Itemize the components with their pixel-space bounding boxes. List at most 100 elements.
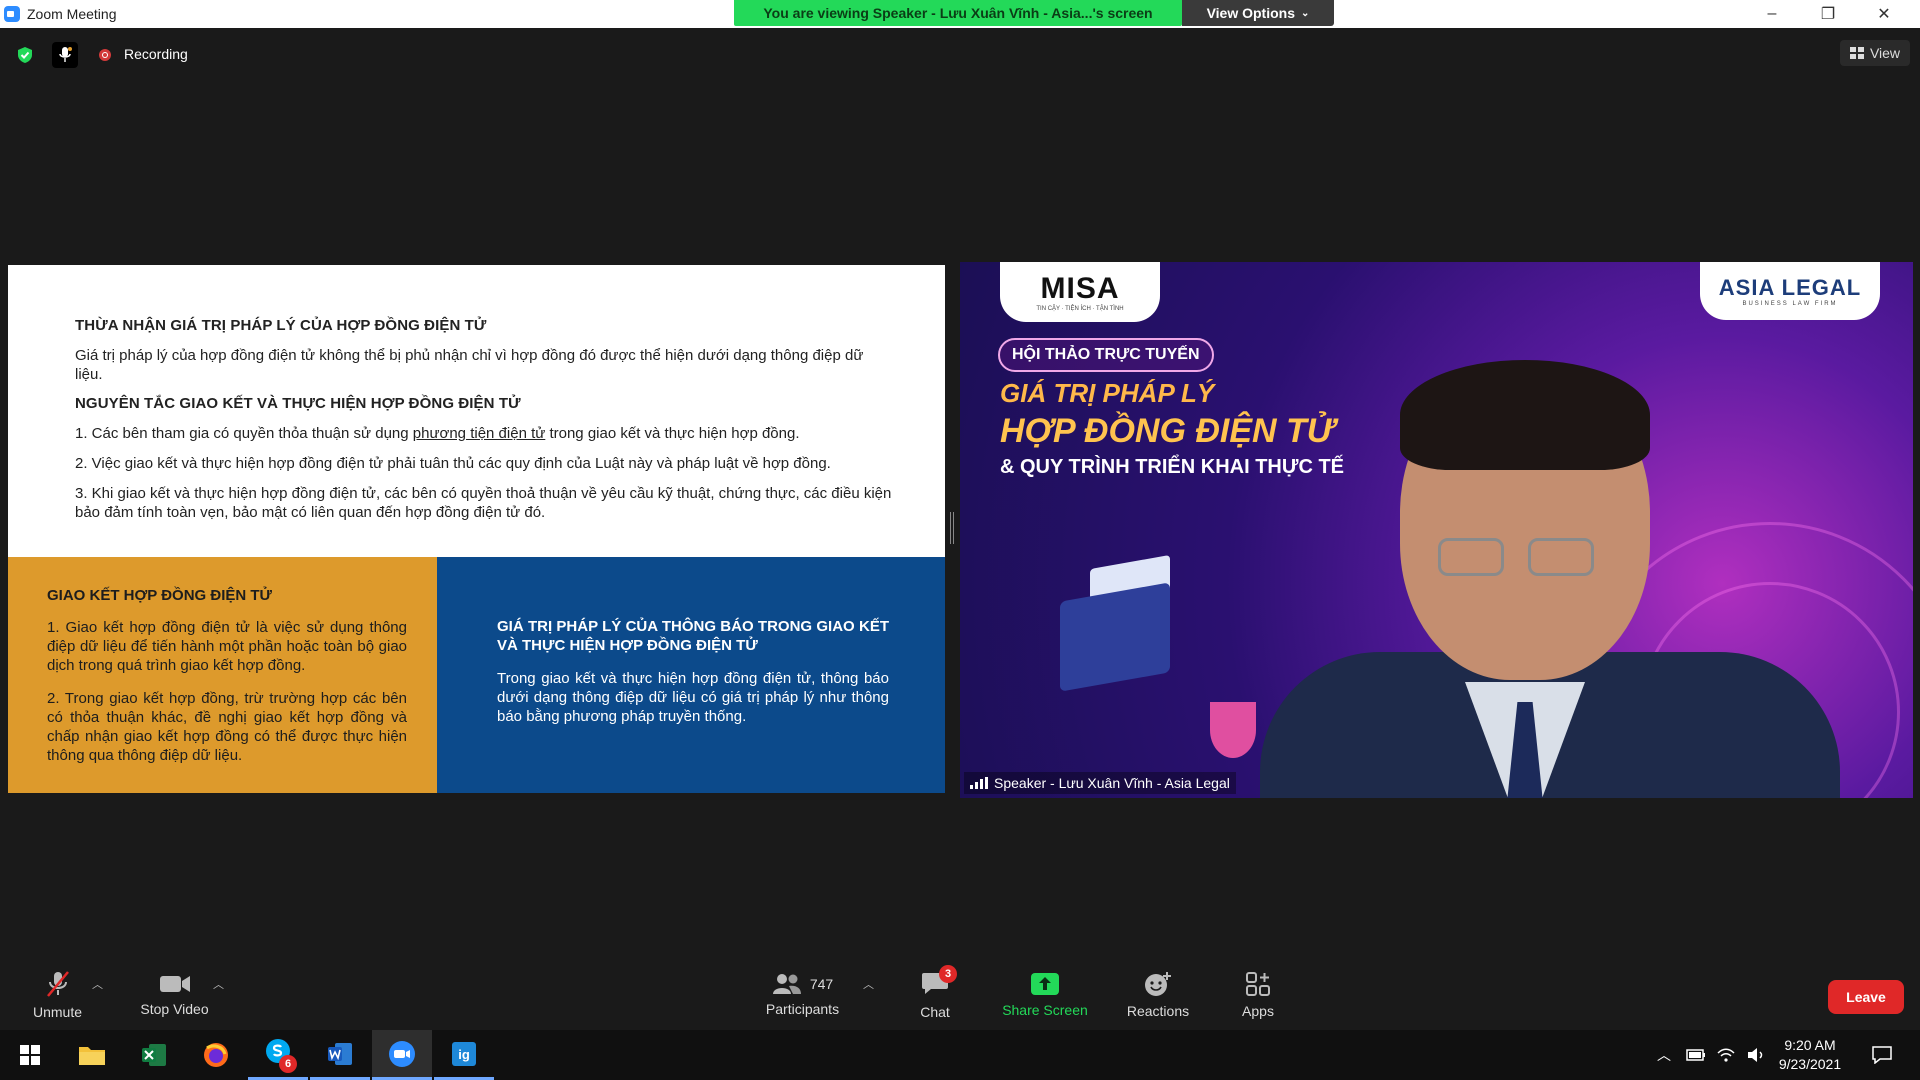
speaker-name-tag: Speaker - Lưu Xuân Vĩnh - Asia Legal: [964, 772, 1236, 794]
reactions-button[interactable]: Reactions: [1118, 960, 1198, 1030]
slide-heading-notification: GIÁ TRỊ PHÁP LÝ CỦA THÔNG BÁO TRONG GIAO…: [497, 618, 889, 654]
folder-icon: [79, 1047, 105, 1065]
asia-logo-text: ASIA LEGAL: [1718, 275, 1862, 300]
apps-icon: [1246, 972, 1270, 996]
word-icon: [328, 1042, 352, 1065]
shared-screen: THỪA NHẬN GIÁ TRỊ PHÁP LÝ CỦA HỢP ĐỒNG Đ…: [8, 265, 945, 793]
restore-button[interactable]: ❐: [1800, 0, 1856, 28]
asia-tagline: BUSINESS LAW FIRM: [1742, 301, 1838, 307]
close-button[interactable]: ✕: [1856, 0, 1912, 28]
asia-legal-logo: ASIA LEGAL BUSINESS LAW FIRM: [1700, 262, 1880, 320]
share-screen-button[interactable]: Share Screen: [995, 960, 1095, 1030]
chevron-down-icon: ⌄: [1301, 7, 1310, 19]
view-button[interactable]: View: [1840, 40, 1910, 66]
slide-principle-3: 3. Khi giao kết và thực hiện hợp đồng đi…: [75, 485, 892, 521]
video-title-line-2: HỢP ĐỒNG ĐIỆN TỬ: [1000, 412, 1335, 450]
smiley-icon: [1145, 972, 1171, 996]
volume-icon[interactable]: [1742, 1030, 1770, 1080]
participants-icon: [772, 974, 801, 994]
clock-time: 9:20 AM: [1784, 1037, 1836, 1053]
chat-unread-badge: 3: [939, 964, 957, 983]
file-explorer-taskbar[interactable]: [62, 1030, 122, 1080]
stop-video-button[interactable]: Stop Video: [132, 960, 217, 1030]
participants-options-caret[interactable]: ︿: [863, 976, 874, 992]
zoom-icon: [389, 1040, 415, 1067]
event-pill: HỘI THẢO TRỰC TUYẾN: [998, 338, 1214, 372]
split-view-handle[interactable]: [950, 512, 954, 544]
device-illustration: [1060, 582, 1170, 692]
slide-notification-text: Trong giao kết và thực hiện hợp đồng điệ…: [497, 670, 889, 725]
recording-label: Recording: [124, 46, 188, 62]
view-options-label: View Options: [1206, 5, 1296, 21]
participants-button[interactable]: 747 Participants: [760, 960, 845, 1030]
recording-indicator-icon: [92, 42, 118, 68]
unmute-label: Unmute: [32, 1004, 83, 1020]
meeting-toolbar: Unmute ︿ Stop Video ︿ 747 Participants ︿…: [0, 960, 1920, 1030]
unmute-button[interactable]: Unmute: [20, 960, 95, 1030]
excel-taskbar[interactable]: [124, 1030, 184, 1080]
video-options-caret[interactable]: ︿: [213, 976, 224, 992]
audio-options-caret[interactable]: ︿: [92, 976, 103, 992]
minimize-button[interactable]: –: [1744, 0, 1800, 28]
principle-1-text-end: trong giao kết và thực hiện hợp đồng.: [545, 425, 800, 442]
firefox-taskbar[interactable]: [186, 1030, 246, 1080]
word-taskbar[interactable]: [310, 1030, 370, 1080]
slide-blue-section: GIÁ TRỊ PHÁP LÝ CỦA THÔNG BÁO TRONG GIAO…: [437, 557, 945, 793]
participants-label: Participants: [765, 1001, 840, 1017]
slide-heading-conclusion: GIAO KẾT HỢP ĐỒNG ĐIỆN TỬ: [47, 587, 272, 604]
ig-app-taskbar[interactable]: ig: [434, 1030, 494, 1080]
principle-1-text-start: 1. Các bên tham gia có quyền thỏa thuận …: [75, 425, 413, 442]
slide-principle-1: 1. Các bên tham gia có quyền thỏa thuận …: [75, 424, 895, 443]
security-shield-icon[interactable]: [12, 42, 38, 68]
windows-start-button[interactable]: [0, 1030, 60, 1080]
slide-top-section: THỪA NHẬN GIÁ TRỊ PHÁP LÝ CỦA HỢP ĐỒNG Đ…: [8, 265, 945, 557]
slide-orange-section: GIAO KẾT HỢP ĐỒNG ĐIỆN TỬ 1. Giao kết hợ…: [8, 557, 437, 793]
misa-logo: MISA TIN CẬY · TIỆN ÍCH · TẬN TÌNH: [1000, 262, 1160, 322]
leave-button[interactable]: Leave: [1828, 980, 1904, 1014]
glasses-right: [1528, 538, 1594, 576]
slide-heading-principles: NGUYÊN TẮC GIAO KẾT VÀ THỰC HIỆN HỢP ĐỒN…: [75, 395, 521, 412]
windows-taskbar: 6 ig ︿ 9:20 AM 9/23/2021: [0, 1030, 1920, 1080]
svg-text:ig: ig: [458, 1047, 470, 1062]
video-title-line-1: GIÁ TRỊ PHÁP LÝ: [1000, 378, 1215, 408]
misa-tagline: TIN CẬY · TIỆN ÍCH · TẬN TÌNH: [1036, 306, 1124, 312]
apps-label: Apps: [1242, 1003, 1274, 1019]
skype-taskbar[interactable]: 6: [248, 1030, 308, 1080]
viewing-screen-banner: You are viewing Speaker - Lưu Xuân Vĩnh …: [734, 0, 1182, 26]
skype-badge: 6: [279, 1055, 297, 1073]
video-title-line-3: & QUY TRÌNH TRIỂN KHAI THỰC TẾ: [1000, 456, 1345, 478]
speaker-name: Speaker - Lưu Xuân Vĩnh - Asia Legal: [994, 775, 1230, 791]
participant-count: 747: [809, 976, 834, 992]
apps-button[interactable]: Apps: [1228, 960, 1288, 1030]
slide-heading-recognition: THỪA NHẬN GIÁ TRỊ PHÁP LÝ CỦA HỢP ĐỒNG Đ…: [75, 317, 487, 334]
tray-expand-chevron-icon[interactable]: ︿: [1652, 1030, 1676, 1080]
slide-conclusion-1: 1. Giao kết hợp đồng điện tử là việc sử …: [47, 619, 407, 674]
stop-video-label: Stop Video: [140, 1001, 209, 1017]
slide-paragraph-recognition: Giá trị pháp lý của hợp đồng điện tử khô…: [75, 347, 864, 383]
excel-icon: [142, 1044, 166, 1066]
signal-bars-icon: [970, 777, 988, 789]
microphone-muted-icon: [46, 971, 69, 997]
shield-illustration-icon: [1210, 702, 1256, 758]
chat-button[interactable]: 3 Chat: [905, 960, 965, 1030]
speaker-hair: [1400, 360, 1650, 470]
glasses-left: [1438, 538, 1504, 576]
system-clock[interactable]: 9:20 AM 9/23/2021: [1770, 1036, 1850, 1074]
share-screen-label: Share Screen: [1002, 1002, 1088, 1018]
notification-center-icon[interactable]: [1864, 1030, 1900, 1080]
view-options-button[interactable]: View Options ⌄: [1182, 0, 1334, 26]
slide-principle-2: 2. Việc giao kết và thực hiện hợp đồng đ…: [75, 455, 831, 472]
battery-icon[interactable]: [1682, 1030, 1710, 1080]
misa-logo-text: MISA: [1040, 272, 1120, 305]
view-label: View: [1869, 45, 1901, 61]
video-camera-icon: [159, 976, 190, 992]
zoom-taskbar[interactable]: [372, 1030, 432, 1080]
chat-label: Chat: [920, 1003, 950, 1020]
zoom-app-icon: [4, 6, 20, 22]
audio-status-icon[interactable]: [52, 42, 78, 68]
share-screen-icon: [1031, 973, 1059, 995]
principle-1-link-text: phương tiện điện tử: [412, 425, 546, 442]
speaker-video: MISA TIN CẬY · TIỆN ÍCH · TẬN TÌNH ASIA …: [960, 262, 1913, 798]
wifi-icon[interactable]: [1712, 1030, 1740, 1080]
windows-logo-icon: [20, 1045, 40, 1065]
